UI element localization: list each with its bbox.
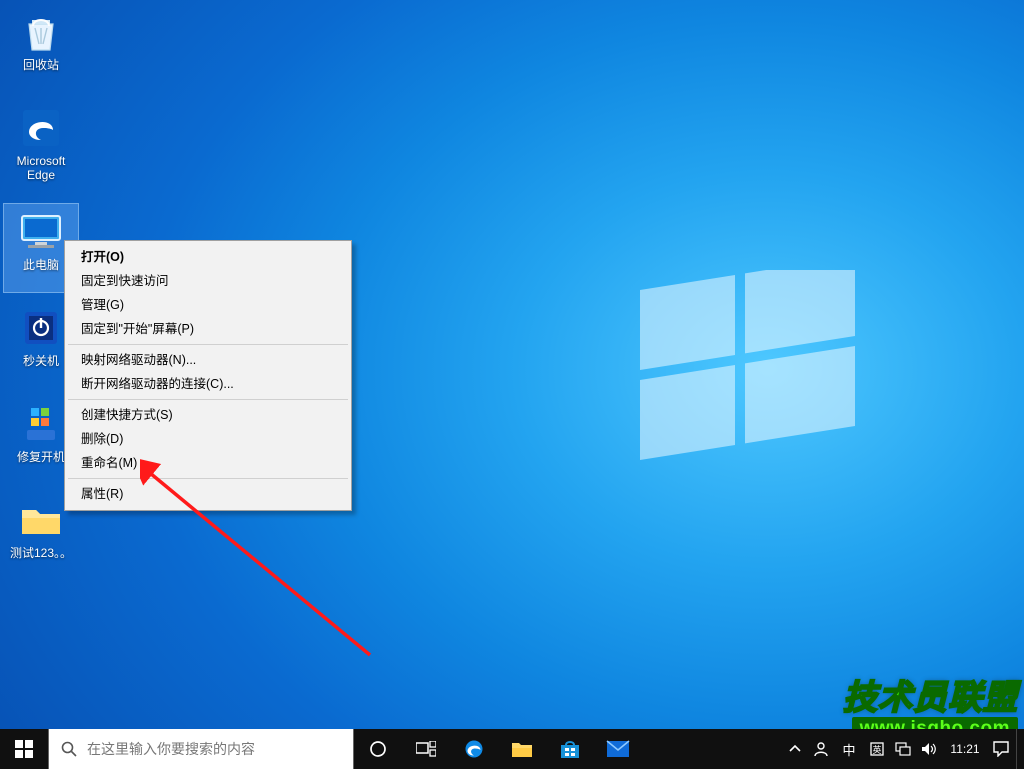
ctx-separator bbox=[68, 478, 348, 479]
show-desktop-button[interactable] bbox=[1016, 729, 1022, 769]
ctx-open[interactable]: 打开(O) bbox=[67, 245, 349, 269]
test-folder-label: 测试123。。 bbox=[8, 546, 74, 560]
search-icon bbox=[61, 741, 77, 757]
tray-ime-indicator[interactable]: 中 bbox=[836, 729, 862, 769]
ctx-delete[interactable]: 删除(D) bbox=[67, 427, 349, 451]
recycle-bin-icon[interactable]: 回收站 bbox=[4, 4, 78, 92]
taskbar-explorer-icon[interactable] bbox=[498, 729, 546, 769]
taskbar: 在这里输入你要搜索的内容 bbox=[0, 729, 1024, 769]
taskbar-edge-icon[interactable] bbox=[450, 729, 498, 769]
system-tray: 中 英 11:21 bbox=[784, 729, 1024, 769]
cortana-button[interactable] bbox=[354, 729, 402, 769]
taskbar-store-icon[interactable] bbox=[546, 729, 594, 769]
desktop[interactable]: 回收站 Microsoft Edge 此电脑 bbox=[0, 0, 1024, 769]
context-menu: 打开(O) 固定到快速访问 管理(G) 固定到"开始"屏幕(P) 映射网络驱动器… bbox=[64, 240, 352, 511]
ctx-create-shortcut[interactable]: 创建快捷方式(S) bbox=[67, 403, 349, 427]
ctx-rename[interactable]: 重命名(M) bbox=[67, 451, 349, 475]
watermark-title: 技术员联盟 bbox=[843, 670, 1018, 719]
task-view-button[interactable] bbox=[402, 729, 450, 769]
tray-overflow-icon[interactable] bbox=[784, 729, 806, 769]
taskbar-mail-icon[interactable] bbox=[594, 729, 642, 769]
taskbar-search[interactable]: 在这里输入你要搜索的内容 bbox=[48, 729, 354, 769]
repair-label: 修复开机 bbox=[15, 450, 67, 464]
ctx-pin-start[interactable]: 固定到"开始"屏幕(P) bbox=[67, 317, 349, 341]
svg-text:英: 英 bbox=[872, 744, 881, 755]
this-pc-label: 此电脑 bbox=[21, 258, 61, 272]
ctx-properties[interactable]: 属性(R) bbox=[67, 482, 349, 506]
tray-action-center-icon[interactable] bbox=[990, 729, 1012, 769]
tray-network-icon[interactable] bbox=[892, 729, 914, 769]
ctx-map-network-drive[interactable]: 映射网络驱动器(N)... bbox=[67, 348, 349, 372]
edge-browser-icon[interactable]: Microsoft Edge bbox=[4, 100, 78, 196]
start-button[interactable] bbox=[0, 729, 48, 769]
tray-people-icon[interactable] bbox=[810, 729, 832, 769]
ctx-pin-quick-access[interactable]: 固定到快速访问 bbox=[67, 269, 349, 293]
tray-ime-mode-icon[interactable]: 英 bbox=[866, 729, 888, 769]
ctx-separator bbox=[68, 399, 348, 400]
wallpaper-windows-logo bbox=[640, 270, 860, 470]
search-placeholder: 在这里输入你要搜索的内容 bbox=[87, 739, 353, 759]
shutdown-label: 秒关机 bbox=[21, 354, 61, 368]
edge-label: Microsoft Edge bbox=[4, 154, 78, 182]
recycle-bin-label: 回收站 bbox=[21, 58, 61, 72]
tray-clock[interactable]: 11:21 bbox=[944, 729, 986, 769]
ctx-separator bbox=[68, 344, 348, 345]
ctx-manage[interactable]: 管理(G) bbox=[67, 293, 349, 317]
ctx-disconnect-network-drive[interactable]: 断开网络驱动器的连接(C)... bbox=[67, 372, 349, 396]
tray-volume-icon[interactable] bbox=[918, 729, 940, 769]
